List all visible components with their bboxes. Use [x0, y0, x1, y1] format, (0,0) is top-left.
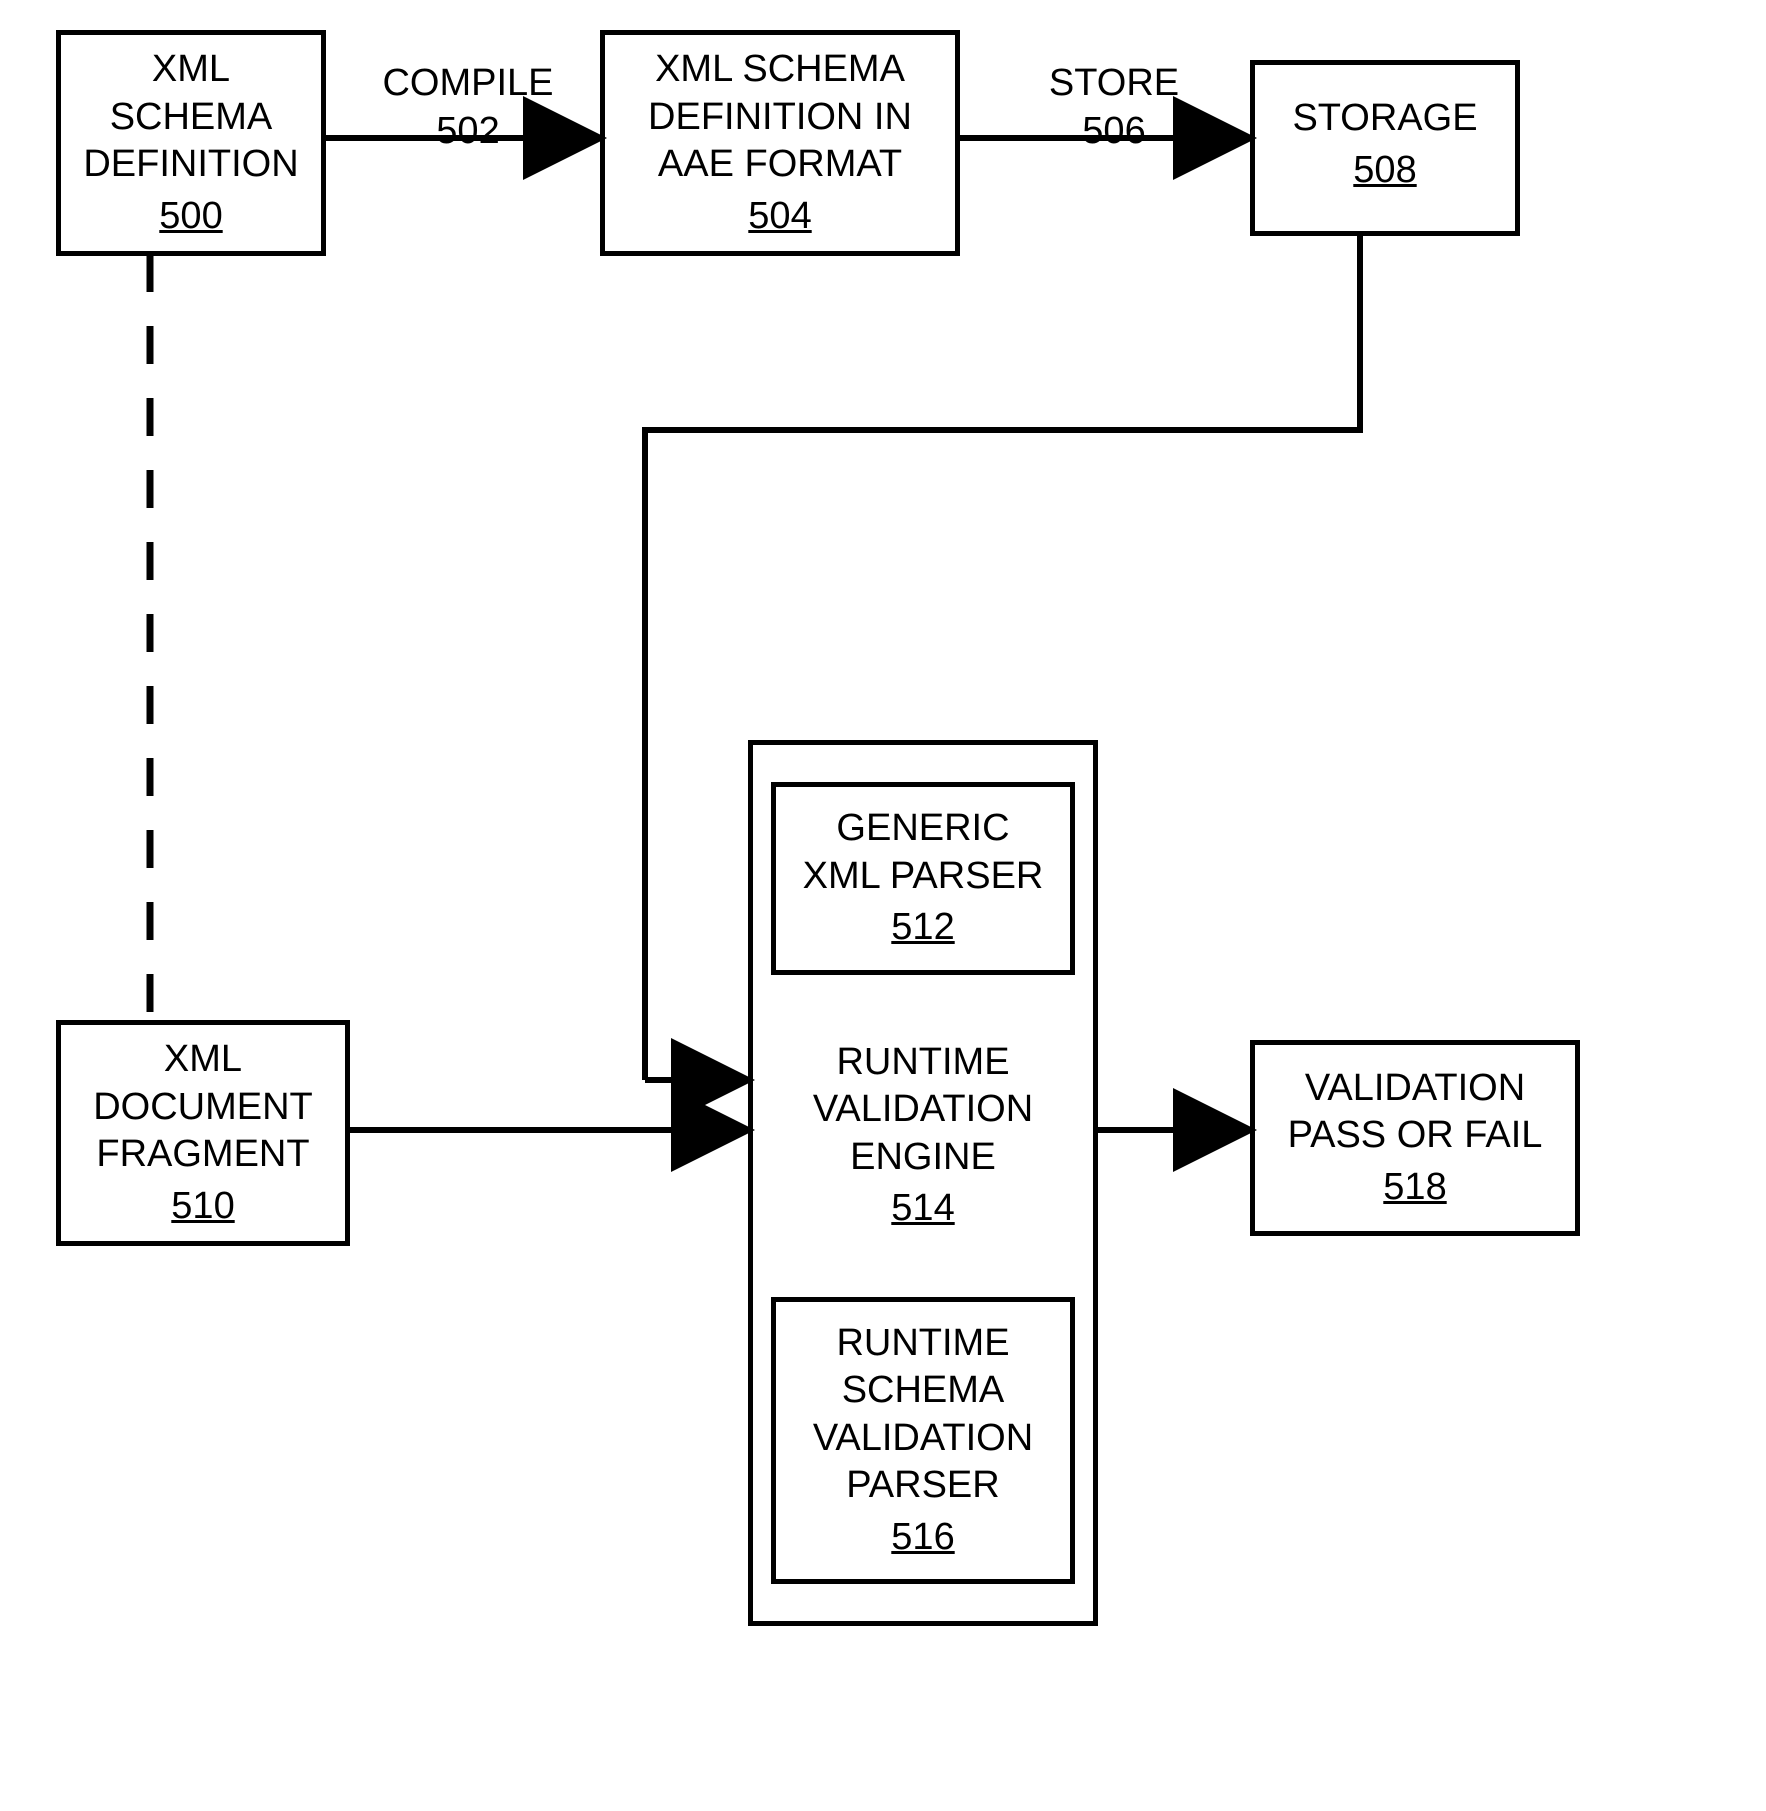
node-ref: 512: [891, 904, 954, 952]
node-ref: 518: [1383, 1164, 1446, 1212]
node-ref: 510: [171, 1183, 234, 1231]
edge-ref: 506: [1024, 108, 1204, 156]
node-label: XML SCHEMA DEFINITION: [83, 46, 298, 189]
node-generic-xml-parser: GENERIC XML PARSER 512: [771, 782, 1075, 975]
node-validation-result: VALIDATION PASS OR FAIL 518: [1250, 1040, 1580, 1236]
node-label: GENERIC XML PARSER: [803, 805, 1044, 900]
node-ref: 500: [159, 193, 222, 241]
node-ref: 508: [1353, 147, 1416, 195]
node-engine-container: GENERIC XML PARSER 512 RUNTIME VALIDATIO…: [748, 740, 1098, 1626]
node-label: VALIDATION PASS OR FAIL: [1288, 1065, 1543, 1160]
node-ref: 514: [891, 1185, 954, 1233]
node-label: RUNTIME VALIDATION ENGINE: [813, 1039, 1033, 1182]
edge-label-store: STORE 506: [1024, 60, 1204, 155]
edge-text: STORE: [1049, 62, 1179, 104]
node-xml-schema-aae: XML SCHEMA DEFINITION IN AAE FORMAT 504: [600, 30, 960, 256]
node-label: STORAGE: [1292, 95, 1477, 143]
node-xml-doc-fragment: XML DOCUMENT FRAGMENT 510: [56, 1020, 350, 1246]
node-ref: 504: [748, 193, 811, 241]
node-label: XML DOCUMENT FRAGMENT: [93, 1036, 313, 1179]
node-runtime-validation-engine: RUNTIME VALIDATION ENGINE 514: [771, 1015, 1075, 1257]
edge-label-compile: COMPILE 502: [368, 60, 568, 155]
node-ref: 516: [891, 1514, 954, 1562]
edge-ref: 502: [368, 108, 568, 156]
node-runtime-schema-validation-parser: RUNTIME SCHEMA VALIDATION PARSER 516: [771, 1297, 1075, 1585]
node-xml-schema-definition: XML SCHEMA DEFINITION 500: [56, 30, 326, 256]
node-label: XML SCHEMA DEFINITION IN AAE FORMAT: [648, 46, 912, 189]
node-storage: STORAGE 508: [1250, 60, 1520, 236]
edge-text: COMPILE: [382, 62, 553, 104]
diagram-canvas: XML SCHEMA DEFINITION 500 COMPILE 502 XM…: [0, 0, 1766, 1811]
node-label: RUNTIME SCHEMA VALIDATION PARSER: [813, 1320, 1033, 1510]
